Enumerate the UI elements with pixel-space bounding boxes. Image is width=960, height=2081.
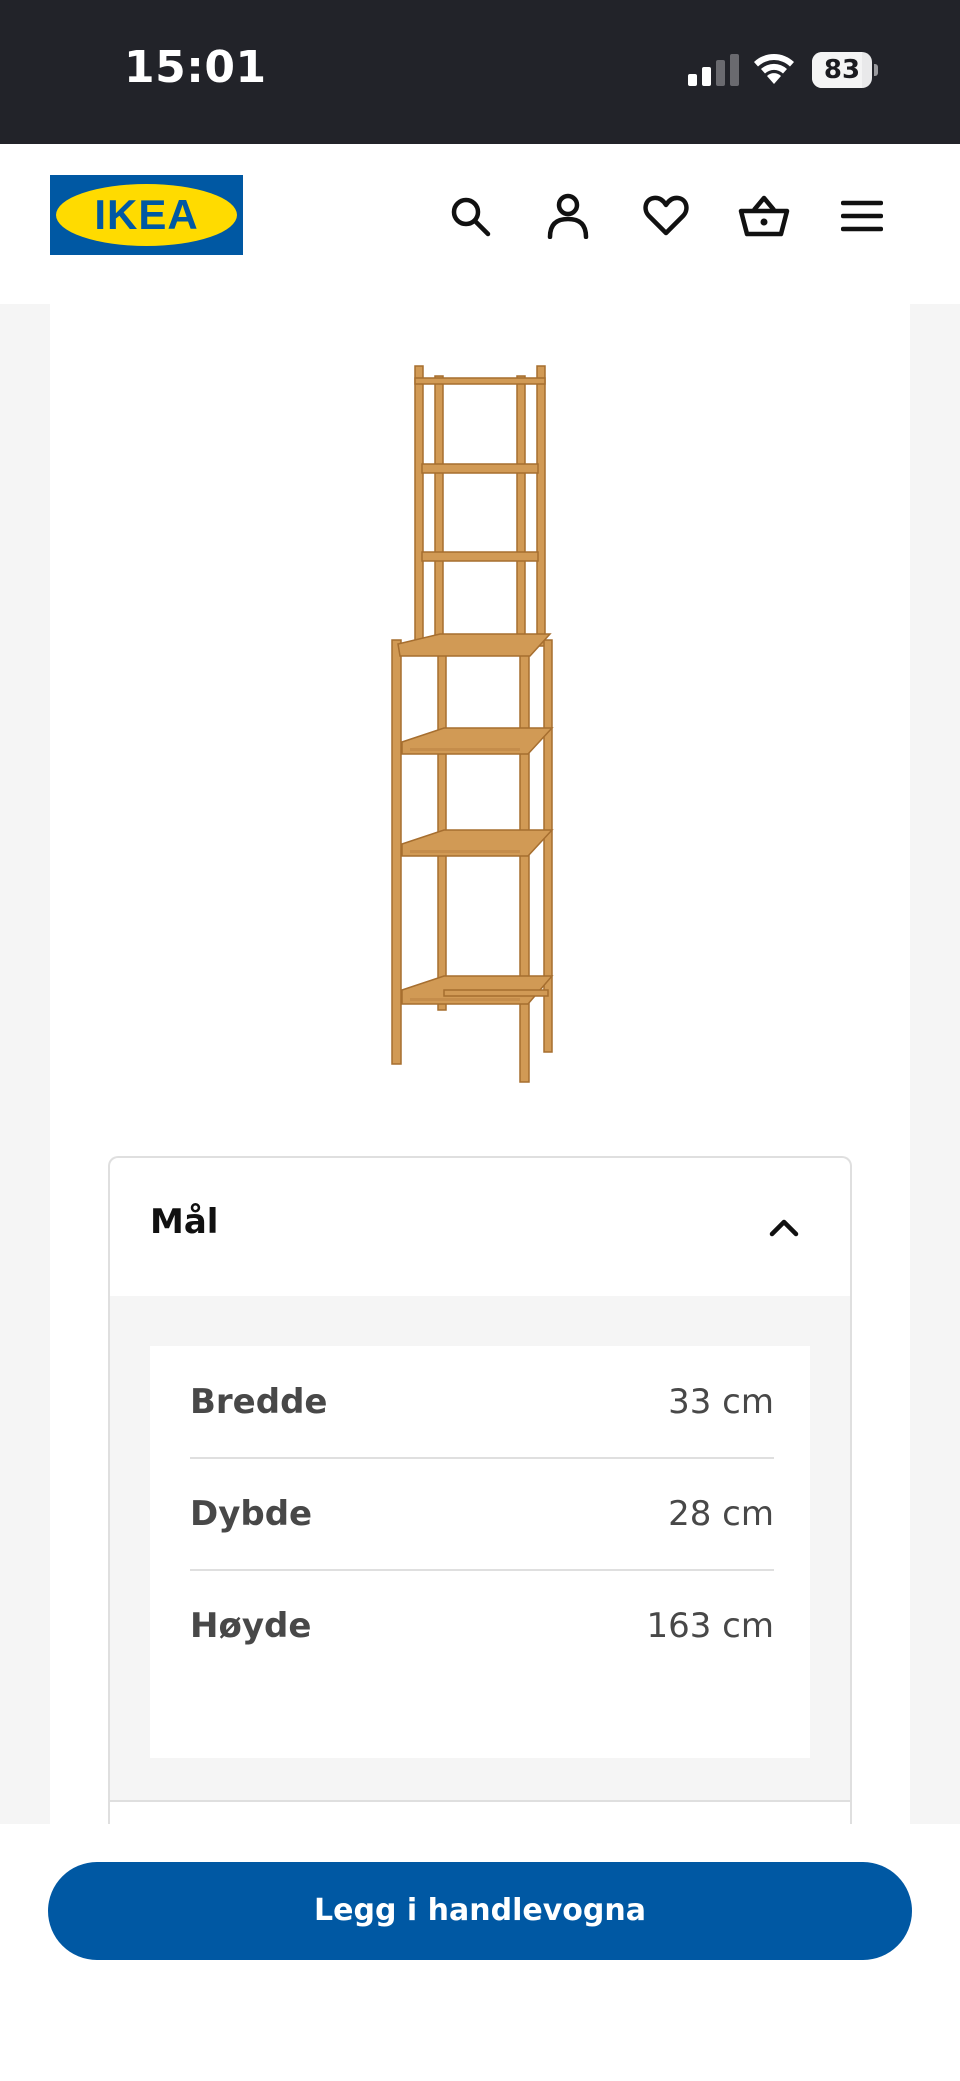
basket-button[interactable] — [738, 190, 790, 242]
search-icon — [451, 197, 491, 237]
heart-icon — [643, 195, 689, 236]
battery-icon: 83 — [812, 52, 878, 88]
dimension-row-depth: Dybde 28 cm — [190, 1458, 774, 1570]
sticky-bottom-bar: Legg i handlevogna — [0, 1824, 960, 2081]
basket-icon — [738, 195, 790, 237]
status-bar: 15:01 83 — [0, 0, 960, 144]
chevron-up-icon — [769, 1219, 799, 1237]
dimension-row-width: Bredde 33 cm — [190, 1346, 774, 1458]
battery-percent: 83 — [823, 55, 861, 85]
dimensions-table: Bredde 33 cm Dybde 28 cm Høyde 163 cm — [150, 1346, 810, 1758]
site-header: IKEA — [0, 144, 960, 304]
dimension-label: Dybde — [190, 1494, 313, 1534]
dimension-label: Bredde — [190, 1382, 328, 1422]
dimensions-accordion-header[interactable]: Mål — [110, 1158, 850, 1296]
menu-button[interactable] — [836, 190, 888, 242]
dimension-value: 33 cm — [668, 1382, 774, 1422]
profile-button[interactable] — [542, 190, 594, 242]
dimensions-body: Bredde 33 cm Dybde 28 cm Høyde 163 cm — [110, 1296, 850, 1800]
logo-text: IKEA — [94, 191, 199, 238]
status-time: 15:01 — [124, 42, 267, 93]
add-to-cart-button[interactable]: Legg i handlevogna — [48, 1862, 912, 1960]
search-button[interactable] — [444, 190, 496, 242]
profile-icon — [547, 193, 589, 239]
dimension-label: Høyde — [190, 1606, 312, 1646]
dimension-row-height: Høyde 163 cm — [190, 1570, 774, 1682]
dimensions-title: Mål — [150, 1202, 219, 1242]
accordion-divider — [110, 1800, 850, 1802]
dimension-value: 28 cm — [668, 1494, 774, 1534]
dimension-value: 163 cm — [646, 1606, 774, 1646]
dimensions-accordion: Mål Bredde 33 cm Dybde 28 cm Høyde 163 c… — [108, 1156, 852, 1856]
wifi-icon — [754, 54, 794, 84]
bamboo-shelf-image — [391, 365, 554, 1083]
menu-icon — [841, 200, 883, 232]
ikea-logo[interactable]: IKEA — [50, 175, 243, 255]
favourites-button[interactable] — [640, 190, 692, 242]
cellular-signal-icon — [688, 54, 739, 86]
